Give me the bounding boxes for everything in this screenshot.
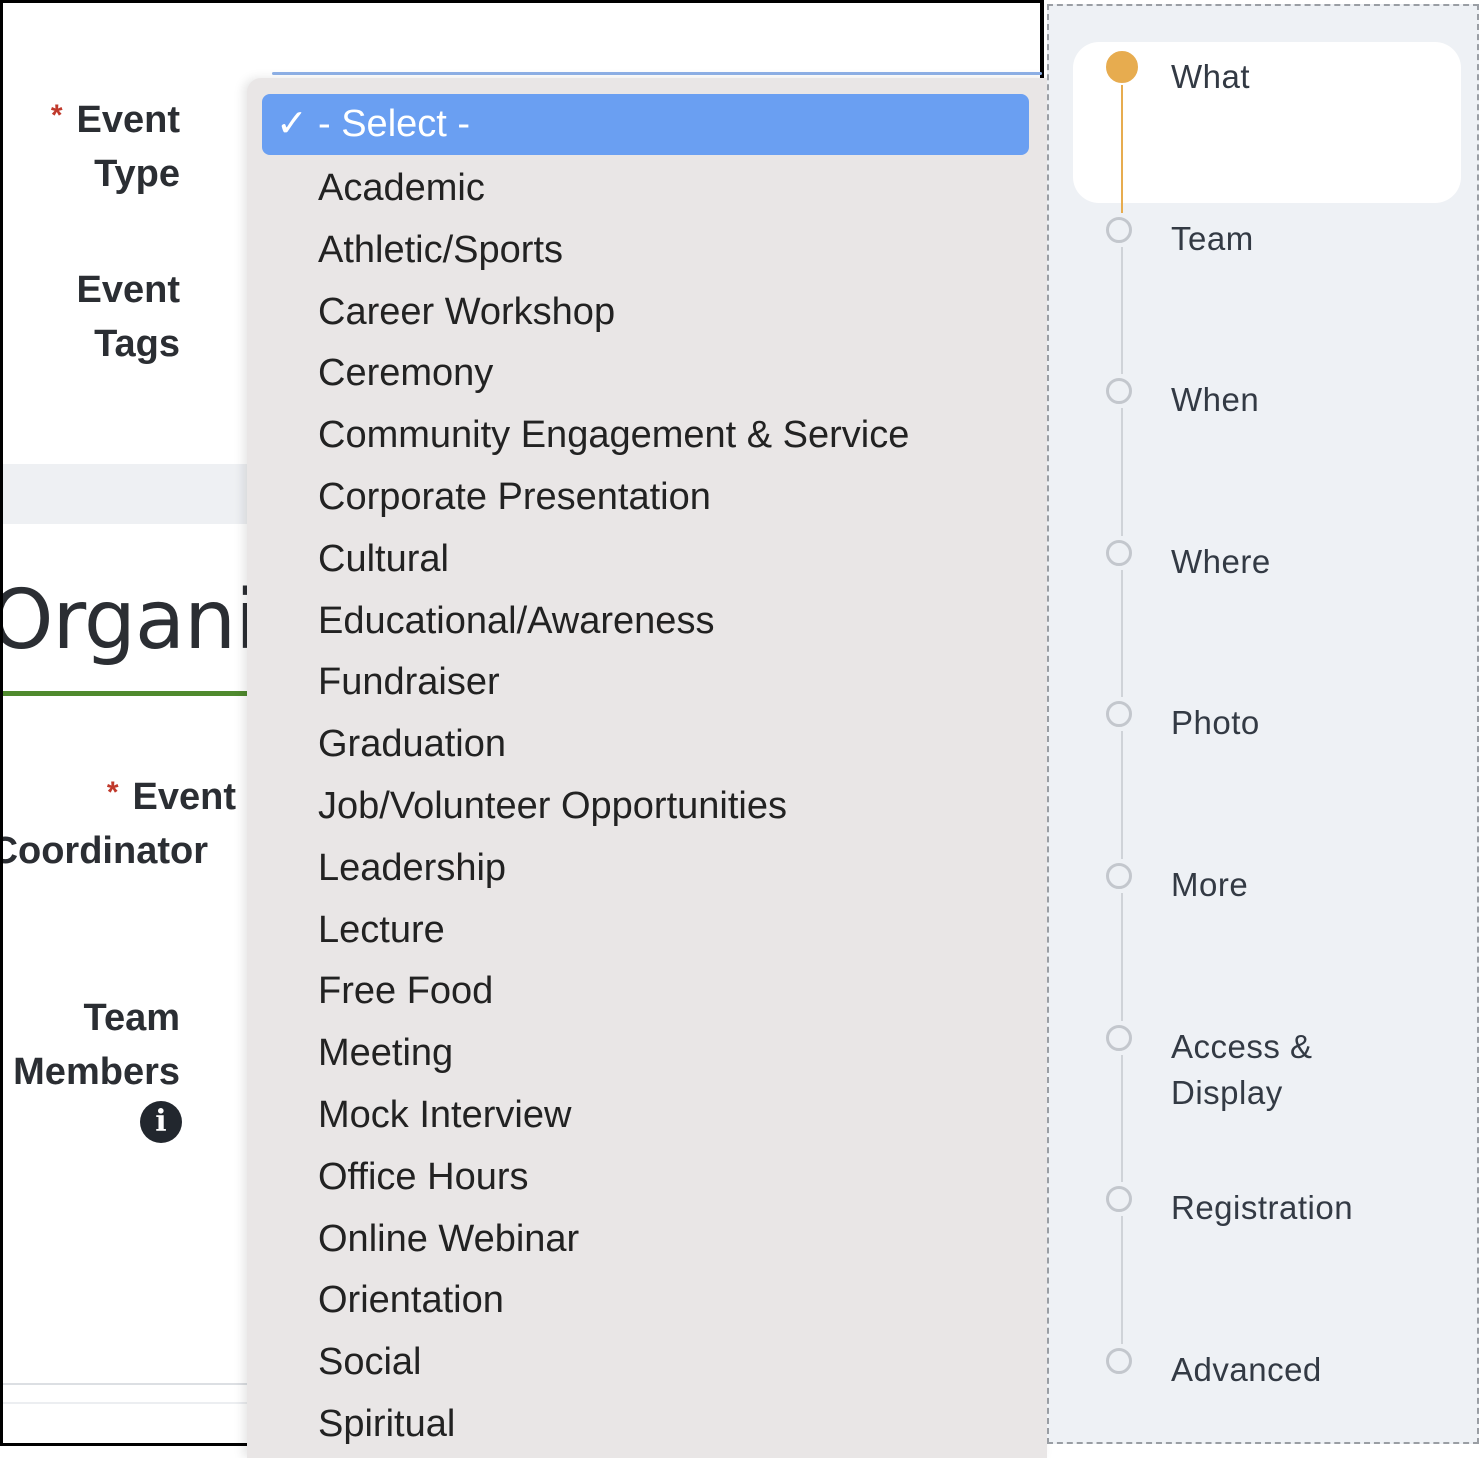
- required-marker: *: [50, 99, 63, 132]
- step-registration[interactable]: Registration: [1171, 1185, 1353, 1231]
- dropdown-option[interactable]: Athletic/Sports: [318, 220, 909, 282]
- step-connector: [1121, 893, 1123, 1021]
- form-divider: [3, 1402, 263, 1404]
- team-members-label: Team Members: [13, 997, 180, 1093]
- dropdown-option[interactable]: Educational/Awareness: [318, 591, 909, 653]
- step-dot-icon: [1106, 863, 1132, 889]
- step-active-dot-icon: [1106, 51, 1138, 83]
- dropdown-option[interactable]: Office Hours: [318, 1147, 909, 1209]
- step-connector: [1121, 246, 1123, 375]
- dropdown-option[interactable]: Community Engagement & Service: [318, 405, 909, 467]
- step-dot-icon: [1106, 539, 1132, 566]
- dropdown-options: Academic Athletic/Sports Career Workshop Ce…: [318, 158, 909, 1456]
- dropdown-option[interactable]: Job/Volunteer Opportunities: [318, 776, 909, 838]
- step-connector: [1121, 569, 1123, 698]
- event-coordinator-label: * Event Coordinator: [0, 776, 236, 872]
- section-divider-band: [3, 464, 263, 524]
- step-dot-icon: [1106, 378, 1132, 405]
- step-dot-icon: [1106, 1024, 1132, 1051]
- event-type-label: * Event Type: [50, 99, 180, 195]
- step-when[interactable]: When: [1171, 377, 1259, 423]
- step-connector: [1121, 85, 1123, 213]
- dropdown-option[interactable]: Meeting: [318, 1023, 909, 1085]
- info-icon[interactable]: i: [140, 1101, 182, 1143]
- dropdown-option[interactable]: Leadership: [318, 838, 909, 900]
- dropdown-option[interactable]: Lecture: [318, 900, 909, 962]
- dropdown-option[interactable]: Corporate Presentation: [318, 467, 909, 529]
- step-connector: [1121, 1054, 1123, 1183]
- section-heading-underline: [3, 691, 263, 696]
- dropdown-option[interactable]: Free Food: [318, 961, 909, 1023]
- dropdown-option[interactable]: Academic: [318, 158, 909, 220]
- step-where[interactable]: Where: [1171, 539, 1271, 585]
- dropdown-option[interactable]: Graduation: [318, 714, 909, 776]
- step-connector: [1121, 1216, 1123, 1344]
- event-tags-label: Event Tags: [76, 269, 180, 365]
- dropdown-option[interactable]: Mock Interview: [318, 1085, 909, 1147]
- dropdown-option-selected[interactable]: ✓ - Select -: [262, 94, 1029, 155]
- step-what[interactable]: What: [1171, 54, 1250, 100]
- form-divider: [3, 1383, 263, 1385]
- step-connector: [1121, 408, 1123, 536]
- dropdown-option[interactable]: Career Workshop: [318, 282, 909, 344]
- checkmark-icon: ✓: [276, 103, 308, 145]
- event-type-select-edge: [272, 72, 1042, 75]
- step-dot-icon: [1106, 1347, 1132, 1374]
- dropdown-option[interactable]: Ceremony: [318, 343, 909, 405]
- dropdown-option[interactable]: Cultural: [318, 529, 909, 591]
- step-dot-icon: [1106, 216, 1132, 243]
- dropdown-option[interactable]: Fundraiser: [318, 652, 909, 714]
- step-advanced[interactable]: Advanced: [1171, 1347, 1322, 1393]
- step-connector: [1121, 731, 1123, 859]
- step-access[interactable]: Access & Display: [1171, 1024, 1313, 1116]
- dropdown-option[interactable]: Orientation: [318, 1270, 909, 1332]
- dropdown-option[interactable]: Online Webinar: [318, 1209, 909, 1271]
- step-team[interactable]: Team: [1171, 216, 1254, 262]
- required-marker: *: [106, 776, 119, 809]
- step-more[interactable]: More: [1171, 862, 1248, 908]
- dropdown-option[interactable]: Spiritual: [318, 1394, 909, 1456]
- dropdown-option[interactable]: Social: [318, 1332, 909, 1394]
- step-photo[interactable]: Photo: [1171, 700, 1260, 746]
- step-dot-icon: [1106, 1186, 1132, 1213]
